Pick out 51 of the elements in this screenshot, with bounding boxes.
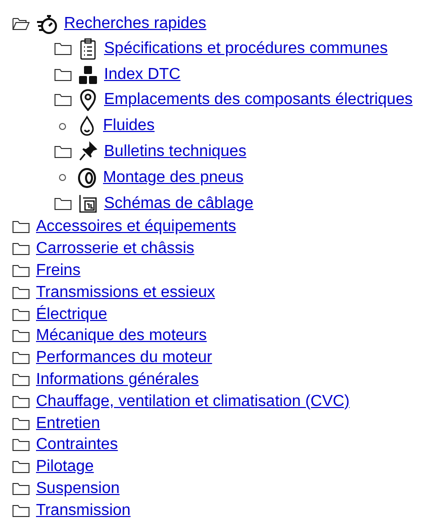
bullet-icon — [59, 174, 66, 182]
tree-link[interactable]: Fluides — [103, 117, 155, 136]
folder-icon[interactable] — [12, 482, 30, 496]
folder-icon[interactable] — [12, 286, 30, 300]
folder-icon[interactable] — [12, 329, 30, 344]
folder-icon[interactable] — [12, 242, 30, 256]
tree-link[interactable]: Recherches rapides — [64, 15, 206, 33]
folder-icon[interactable] — [12, 264, 30, 278]
pushpin-icon — [78, 141, 98, 164]
tree-link[interactable]: Informations générales — [36, 371, 199, 390]
tree-link[interactable]: Entretien — [36, 414, 100, 433]
tree-link[interactable]: Index DTC — [104, 66, 180, 84]
tree-link[interactable]: Freins — [36, 262, 80, 280]
folder-icon[interactable] — [12, 460, 30, 474]
folder-icon[interactable] — [12, 308, 30, 322]
folder-icon[interactable] — [54, 68, 72, 82]
tree-link[interactable]: Accessoires et équipements — [36, 218, 236, 236]
folder-icon[interactable] — [54, 93, 72, 108]
folder-icon[interactable] — [54, 145, 72, 160]
tree-link[interactable]: Montage des pneus — [103, 168, 244, 187]
tree-link[interactable]: Spécifications et procédures communes — [104, 40, 388, 58]
folder-icon[interactable] — [12, 220, 30, 234]
folder-icon[interactable] — [12, 394, 30, 409]
tree-link[interactable]: Schémas de câblage — [104, 194, 254, 213]
wiring-diagram-icon — [78, 192, 98, 215]
tree-link[interactable]: Électrique — [36, 306, 108, 324]
tree-link[interactable]: Chauffage, ventilation et climatisation (CVC) — [36, 392, 350, 411]
number-blocks-icon — [78, 64, 98, 86]
tree-link[interactable]: Performances du moteur — [36, 349, 212, 368]
tree-link[interactable]: Emplacements des composants électriques — [104, 91, 413, 110]
clipboard-list-icon — [78, 38, 98, 60]
tree-link[interactable]: Contraintes — [36, 436, 118, 454]
tree-link[interactable]: Bulletins techniques — [104, 143, 246, 162]
location-pin-icon — [78, 89, 98, 112]
folder-icon[interactable] — [12, 351, 30, 366]
folder-icon[interactable] — [12, 373, 30, 388]
tree-link[interactable]: Suspension — [36, 480, 120, 498]
folder-icon[interactable] — [54, 196, 72, 211]
tree-link[interactable]: Transmissions et essieux — [36, 284, 216, 302]
tree-link[interactable]: Transmission — [36, 502, 131, 520]
tree-link[interactable]: Carrosserie et châssis — [36, 240, 194, 258]
stopwatch-icon — [36, 13, 58, 35]
folder-icon[interactable] — [12, 416, 30, 431]
folder-icon[interactable] — [54, 42, 72, 56]
open-folder-icon[interactable] — [12, 17, 30, 31]
tree-link[interactable]: Mécanique des moteurs — [36, 327, 207, 346]
tree-link[interactable]: Pilotage — [36, 458, 94, 476]
folder-icon[interactable] — [12, 504, 30, 518]
folder-icon[interactable] — [12, 438, 30, 452]
tire-icon — [77, 166, 97, 189]
bullet-icon — [59, 122, 66, 130]
